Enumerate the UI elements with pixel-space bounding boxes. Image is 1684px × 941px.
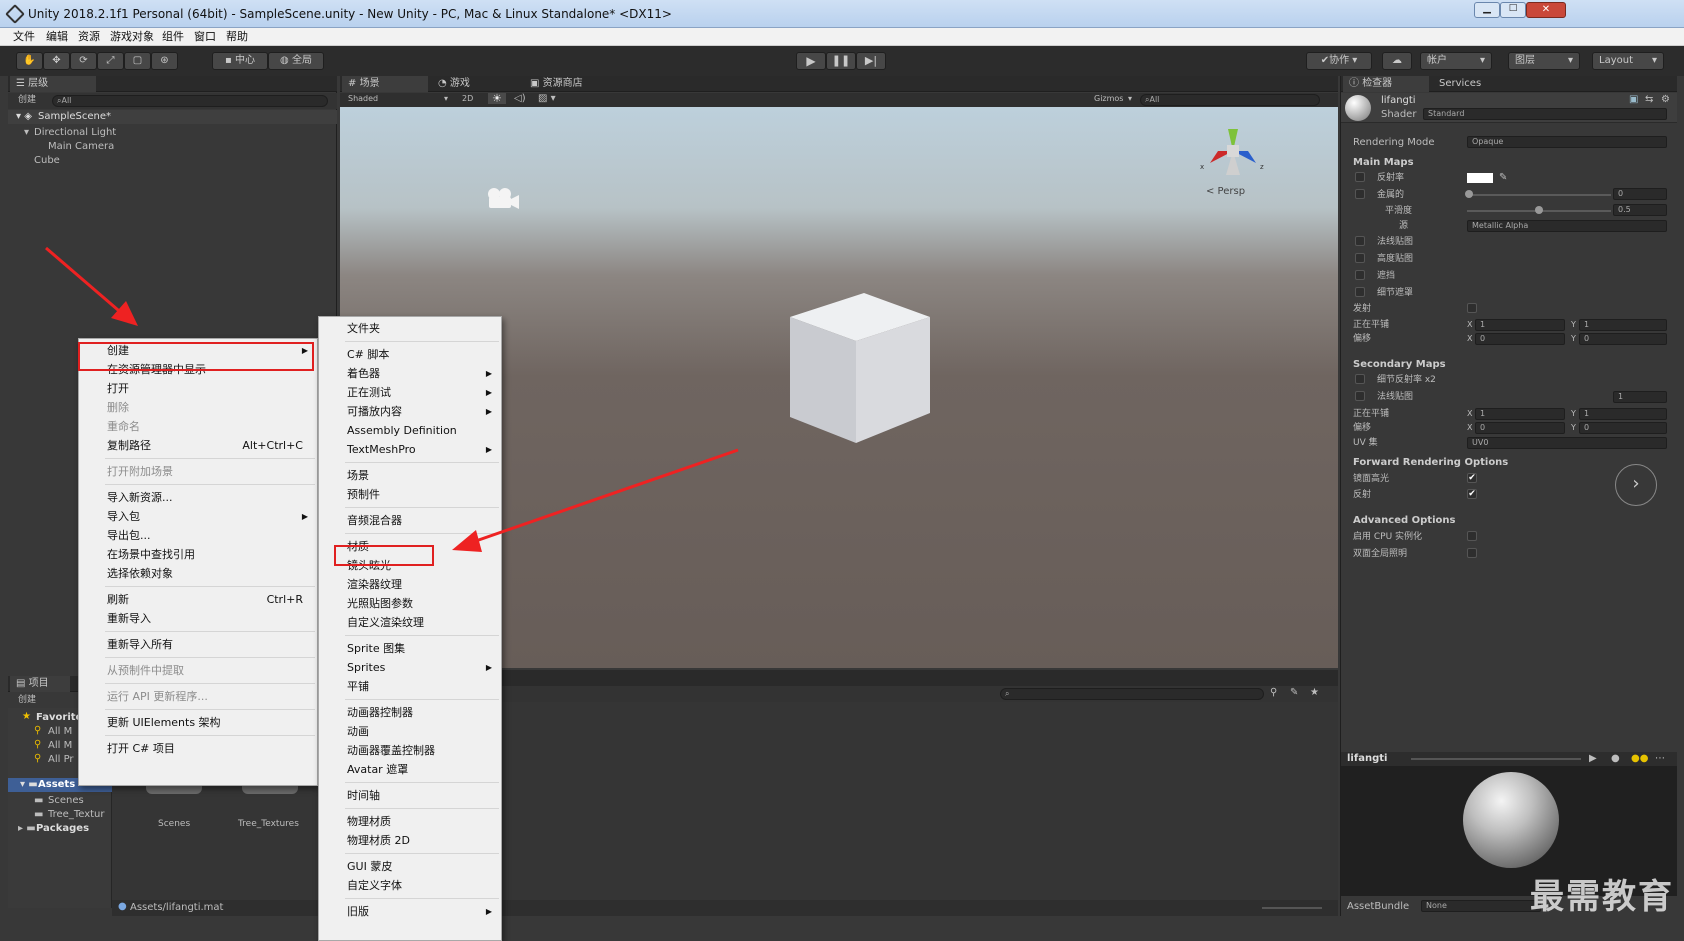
annotation-arrow-1 [45, 246, 126, 318]
annotation-arrows [45, 246, 739, 552]
watermark: 最需教育 [1530, 877, 1674, 917]
annotation-arrowhead-1 [111, 301, 138, 326]
annotation-arrowhead-2 [452, 530, 482, 552]
unity-editor: Unity 2018.2.1f1 Personal (64bit) - Samp… [0, 0, 1684, 941]
annotation-arrow-2 [469, 448, 739, 545]
